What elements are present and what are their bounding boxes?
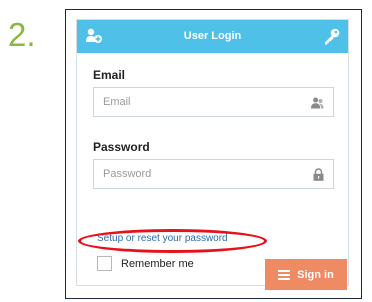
login-header: User Login <box>77 20 348 53</box>
login-panel: User Login Email Password <box>65 9 362 299</box>
email-field[interactable] <box>94 88 303 116</box>
login-title: User Login <box>183 30 242 42</box>
remember-me-checkbox[interactable] <box>97 256 112 271</box>
sign-in-label: Sign in <box>297 268 334 281</box>
lock-icon <box>313 168 324 186</box>
email-label: Email <box>93 68 126 82</box>
login-card: User Login Email Password <box>76 19 349 290</box>
step-number: 2. <box>8 16 36 53</box>
remember-me[interactable]: Remember me <box>97 256 194 271</box>
password-field[interactable] <box>94 160 303 188</box>
email-field-wrapper <box>93 87 334 117</box>
reset-password-link[interactable]: Setup or reset your password <box>97 233 228 244</box>
remember-me-label: Remember me <box>121 257 194 270</box>
sign-in-button[interactable]: Sign in <box>265 259 347 290</box>
menu-icon <box>278 269 291 280</box>
password-label: Password <box>93 140 150 154</box>
key-icon <box>324 28 340 50</box>
user-icon <box>311 96 324 114</box>
password-field-wrapper <box>93 159 334 189</box>
